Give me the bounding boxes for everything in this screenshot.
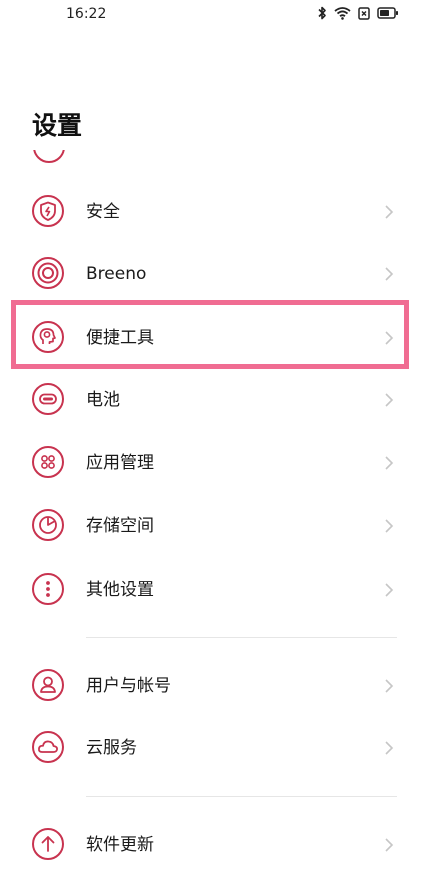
- status-bar: 16:22: [0, 0, 423, 30]
- user-icon: [32, 669, 64, 701]
- page-title: 设置: [32, 111, 83, 140]
- settings-item-label: Breeno: [86, 264, 147, 284]
- section-divider: [86, 637, 397, 638]
- chevron-right-icon: [385, 679, 394, 693]
- settings-item-security[interactable]: 安全: [0, 181, 423, 243]
- highlight-box: [11, 300, 409, 369]
- battery-icon: [377, 7, 398, 19]
- sim-card-icon: [358, 6, 370, 20]
- settings-item-label: 云服务: [86, 738, 137, 758]
- app-grid-icon: [32, 446, 64, 478]
- shield-icon: [32, 195, 64, 227]
- settings-item-label: 存储空间: [86, 516, 154, 536]
- settings-item-breeno[interactable]: Breeno: [0, 243, 423, 305]
- section-divider: [86, 796, 397, 797]
- battery-icon: [32, 383, 64, 415]
- settings-item-label: 电池: [86, 390, 120, 410]
- settings-list[interactable]: 安全 Breeno 便捷工具 电池 应用管理 存储空间 其他设置 用户与帐号 云…: [0, 150, 423, 879]
- settings-item-cloud-service[interactable]: 云服务: [0, 717, 423, 779]
- partial-item-icon: [33, 150, 65, 163]
- chevron-right-icon: [385, 519, 394, 533]
- settings-item-battery[interactable]: 电池: [0, 369, 423, 431]
- bluetooth-icon: [318, 6, 326, 20]
- pie-chart-icon: [32, 509, 64, 541]
- wifi-icon: [334, 7, 351, 20]
- cloud-icon: [32, 731, 64, 763]
- chevron-right-icon: [385, 838, 394, 852]
- chevron-right-icon: [385, 267, 394, 281]
- settings-item-storage[interactable]: 存储空间: [0, 495, 423, 557]
- settings-item-label: 应用管理: [86, 453, 154, 473]
- chevron-right-icon: [385, 456, 394, 470]
- status-time: 16:22: [66, 6, 107, 22]
- upload-arrow-icon: [32, 828, 64, 860]
- settings-item-label: 用户与帐号: [86, 676, 171, 696]
- chevron-right-icon: [385, 205, 394, 219]
- chevron-right-icon: [385, 741, 394, 755]
- breeno-icon: [32, 257, 64, 289]
- settings-item-user-accounts[interactable]: 用户与帐号: [0, 655, 423, 717]
- status-icons: [317, 6, 399, 20]
- settings-item-label: 软件更新: [86, 835, 154, 855]
- chevron-right-icon: [385, 583, 394, 597]
- settings-item-app-management[interactable]: 应用管理: [0, 432, 423, 494]
- settings-item-label: 安全: [86, 202, 120, 222]
- more-dots-icon: [32, 573, 64, 605]
- settings-item-other-settings[interactable]: 其他设置: [0, 559, 423, 621]
- chevron-right-icon: [385, 393, 394, 407]
- settings-item-software-update[interactable]: 软件更新: [0, 814, 423, 876]
- settings-item-label: 其他设置: [86, 580, 154, 600]
